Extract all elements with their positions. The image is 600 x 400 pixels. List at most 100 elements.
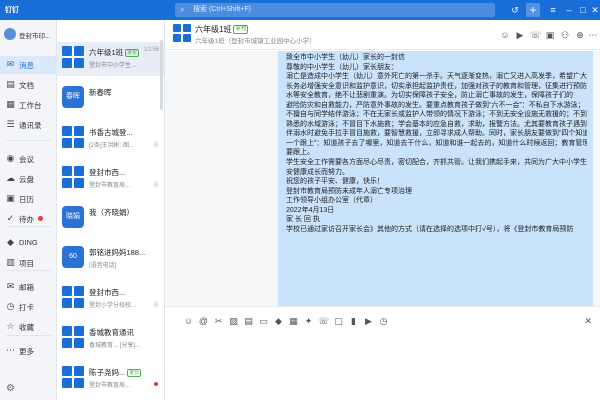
conversation-title-text: 六年级1班	[89, 48, 124, 57]
message-line: 2022年4月13日	[286, 206, 335, 214]
favorite-icon: ☆	[6, 321, 15, 331]
conversation-title: 陈子尧妈... 家长	[89, 367, 142, 378]
mail-icon: ✉	[6, 281, 15, 291]
conversation-title: 登封市西...	[89, 167, 125, 178]
contact-icon[interactable]: ☺	[500, 30, 510, 40]
close-icon[interactable]: ✕	[588, 3, 600, 17]
sidebar-item-label: 邮箱	[19, 283, 34, 292]
notification-dot	[38, 216, 43, 221]
history-icon[interactable]: ◷	[378, 316, 389, 327]
sidebar-item-document[interactable]: ▤ 文档	[0, 76, 57, 94]
sidebar-divider	[6, 270, 51, 271]
conversation-title: 书香古城登...	[89, 127, 133, 138]
conversation-tag: 家长	[127, 369, 142, 378]
unread-dot	[154, 382, 158, 386]
mention-icon[interactable]: @	[198, 316, 209, 327]
calendar-icon: ▣	[6, 193, 15, 203]
contact-card-icon[interactable]: ▢	[333, 316, 344, 327]
message-line: 祝您的孩子平安、健康，快乐！	[286, 178, 384, 186]
sidebar-item-mail[interactable]: ✉ 邮箱	[0, 278, 57, 296]
contacts-icon: ☰	[6, 119, 15, 129]
avatar: 60	[62, 246, 84, 268]
phone-icon[interactable]: ☏	[318, 316, 329, 327]
sidebar-item-label: 会议	[19, 155, 34, 164]
emoji-icon[interactable]: ☺	[183, 316, 194, 327]
sidebar-item-ding[interactable]: ◆ DING	[0, 234, 57, 252]
file-icon[interactable]: ▤	[243, 316, 254, 327]
message-line: 致全市中小学生（幼儿）家长的一封信	[286, 54, 405, 61]
conversation-title-text: 我（齐晓娟）	[89, 208, 134, 217]
chat-title[interactable]: 六年级1班 家校	[195, 24, 249, 35]
sidebar-item-label: 工作台	[19, 101, 42, 110]
sidebar-item-label: 项目	[19, 259, 34, 268]
sidebar-item-label: 日历	[19, 195, 34, 204]
chat-avatar	[173, 24, 191, 42]
hongbao-icon[interactable]: ▮	[348, 316, 359, 327]
conversation-item[interactable]: 六年级1班 家校 登封市中小学生... 10:56	[57, 42, 164, 76]
conversation-item[interactable]: 登封市西... 登封小学分校校... Ⓐ	[57, 282, 164, 316]
menu-icon[interactable]: ≡	[546, 3, 560, 17]
avatar	[62, 166, 84, 188]
search-input[interactable]: ⌕ 搜索 (Ctrl+Shift+F)	[175, 3, 495, 17]
message-line: 一个跟上”：知道孩子去了哪里，知道去干什么，知道和谁一起去的，知道什么时候返回；…	[286, 139, 587, 147]
conversation-title: 香城教育通讯	[89, 327, 134, 338]
message-line: 学生安全工作需要各方面尽心尽责，密切配合，齐抓共管。让我们携起手来，共同为广大中…	[286, 159, 587, 167]
message-line: 尊敬的中小学生（幼儿）家长朋友：	[286, 63, 398, 71]
settings-icon[interactable]: ⚙	[6, 383, 15, 394]
user-profile[interactable]: 登封市印...	[4, 28, 56, 42]
message-line: 避险防灾和自救能力，严防意外事故的发生。要重点教育孩子做到“六不一会”：不私自下…	[286, 101, 585, 109]
message-bubble[interactable]: 致全市中小学生（幼儿）家长的一封信 尊敬的中小学生（幼儿）家长朋友： 溺亡是造成中…	[278, 51, 593, 306]
sidebar-item-meeting[interactable]: ◉ 会议	[0, 150, 57, 168]
message-line: 工作领导小组办公室（代章）	[286, 197, 377, 205]
conversation-item[interactable]: 晓娟 我（齐晓娟）	[57, 202, 164, 236]
conversation-snippet: 登封市教育局...	[89, 383, 131, 389]
conversation-item[interactable]: 春晖 新春晖	[57, 82, 164, 116]
sticker-icon[interactable]: ✦	[303, 316, 314, 327]
history-icon[interactable]: ↺	[508, 3, 522, 17]
sidebar-item-contacts[interactable]: ☰ 通讯录	[0, 116, 57, 134]
conversation-item[interactable]: 陈子尧妈... 家长登封市教育局...	[57, 362, 164, 396]
search-placeholder: 搜索 (Ctrl+Shift+F)	[193, 6, 251, 13]
message-line: 不擅自与同学结伴游泳；不在无家长或监护人带领的情况下游泳；不到无安全设施无救援的…	[286, 111, 587, 119]
avatar	[62, 46, 84, 68]
phone-icon[interactable]: ☏	[530, 30, 541, 41]
avatar	[62, 326, 84, 348]
folder-icon[interactable]: ▭	[258, 316, 269, 327]
sidebar-item-label: 待办	[19, 215, 34, 224]
sidebar-item-workbench[interactable]: ▦ 工作台	[0, 96, 57, 114]
sidebar-item-cloud[interactable]: ☁ 云盘	[0, 170, 57, 188]
sidebar-item-message[interactable]: ✉ 消息	[0, 56, 57, 74]
calendar-icon[interactable]: ▣	[545, 30, 555, 41]
document-icon: ▤	[6, 79, 15, 89]
image-icon[interactable]: ▨	[228, 316, 239, 327]
chat-header: 六年级1班 家校 六年级1班（登封市城镇工业园中心小学） ☺ ▶ ☏ ▣ ⚇ ⊕ …	[165, 20, 600, 50]
more-icon[interactable]: ✕	[584, 316, 592, 327]
sidebar-item-calendar[interactable]: ▣ 日历	[0, 190, 57, 208]
ding-icon: ◆	[7, 237, 14, 247]
screenshot-icon[interactable]: ✂	[213, 316, 224, 327]
conversation-item[interactable]: 书香古城登... [2条]王洪彬: 图... Ⓐ	[57, 122, 164, 156]
ding-icon[interactable]: ◆	[273, 316, 284, 327]
sidebar-item-checkin[interactable]: ◷ 打卡	[0, 298, 57, 316]
conversation-title-text: 郭铭进妈妈188...	[89, 248, 146, 257]
conversation-item[interactable]: 60 郭铭进妈妈188... [语音电话]	[57, 242, 164, 276]
conversation-item[interactable]: 登封市西... 登封市教育局... Ⓐ	[57, 162, 164, 196]
more-icon[interactable]: ⋯	[588, 30, 598, 41]
live-icon[interactable]: ▶	[363, 316, 374, 327]
sidebar-item-more[interactable]: ⋯ 更多	[0, 342, 57, 360]
sidebar-item-favorite[interactable]: ☆ 收藏	[0, 318, 57, 336]
message-input[interactable]	[165, 336, 600, 400]
add-person-icon[interactable]: ⊕	[575, 30, 585, 41]
conversation-title: 新春晖	[89, 87, 112, 98]
conversation-snippet: [2条]王洪彬: 图...	[89, 143, 135, 149]
add-icon[interactable]: +	[526, 3, 540, 17]
task-icon[interactable]: ▦	[288, 316, 299, 327]
video-icon[interactable]: ▶	[515, 30, 525, 41]
conversation-snippet: [语音电话]	[89, 263, 117, 269]
group-icon[interactable]: ⚇	[560, 30, 570, 41]
sidebar-divider	[6, 140, 51, 141]
minimize-icon[interactable]: –	[562, 3, 576, 17]
conversation-scrollbar[interactable]	[160, 40, 163, 110]
conversation-item[interactable]: 香城教育通讯 香城教育... [分享]...	[57, 322, 164, 356]
message-line: 长务必增强安全意识和监护意识，切实承担起监护责任，加强对孩子的教育和管理，征集进…	[286, 82, 587, 90]
